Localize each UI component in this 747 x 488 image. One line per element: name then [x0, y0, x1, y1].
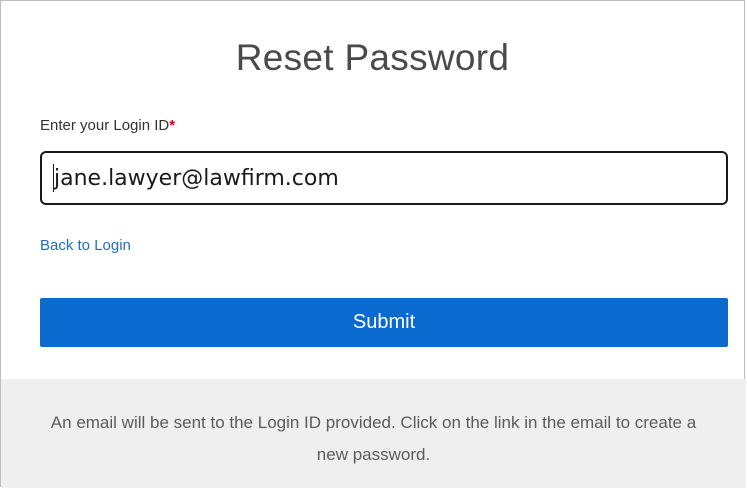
- page-title: Reset Password: [235, 37, 510, 78]
- text-caret: [53, 164, 54, 192]
- login-id-field-wrapper: [40, 151, 728, 205]
- back-to-login-link[interactable]: Back to Login: [40, 237, 131, 254]
- footer-message: An email will be sent to the Login ID pr…: [50, 413, 697, 464]
- submit-button[interactable]: Submit: [40, 298, 728, 347]
- login-id-label: Enter your Login ID*: [40, 117, 175, 134]
- login-id-input[interactable]: [42, 153, 726, 203]
- footer-info-panel: An email will be sent to the Login ID pr…: [1, 379, 746, 488]
- login-id-label-text: Enter your Login ID: [40, 117, 170, 134]
- required-marker: *: [169, 117, 176, 134]
- reset-password-card: Reset Password Enter your Login ID* Back…: [0, 0, 746, 488]
